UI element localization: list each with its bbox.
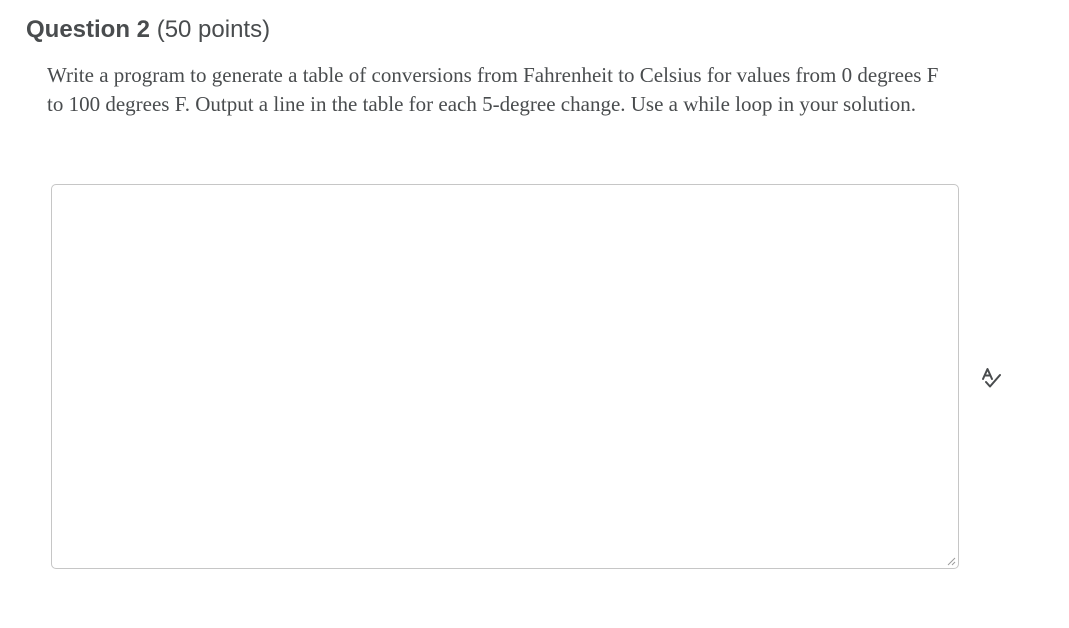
question-points: (50 points) [156, 16, 271, 43]
question-prompt: Write a program to generate a table of c… [47, 63, 939, 116]
resize-handle-icon[interactable] [946, 556, 956, 566]
question-header: Question 2 (50 points) [26, 14, 270, 46]
question-title: Question 2 [26, 16, 151, 43]
spellcheck-icon[interactable] [980, 366, 1004, 390]
answer-textarea[interactable] [51, 184, 959, 569]
